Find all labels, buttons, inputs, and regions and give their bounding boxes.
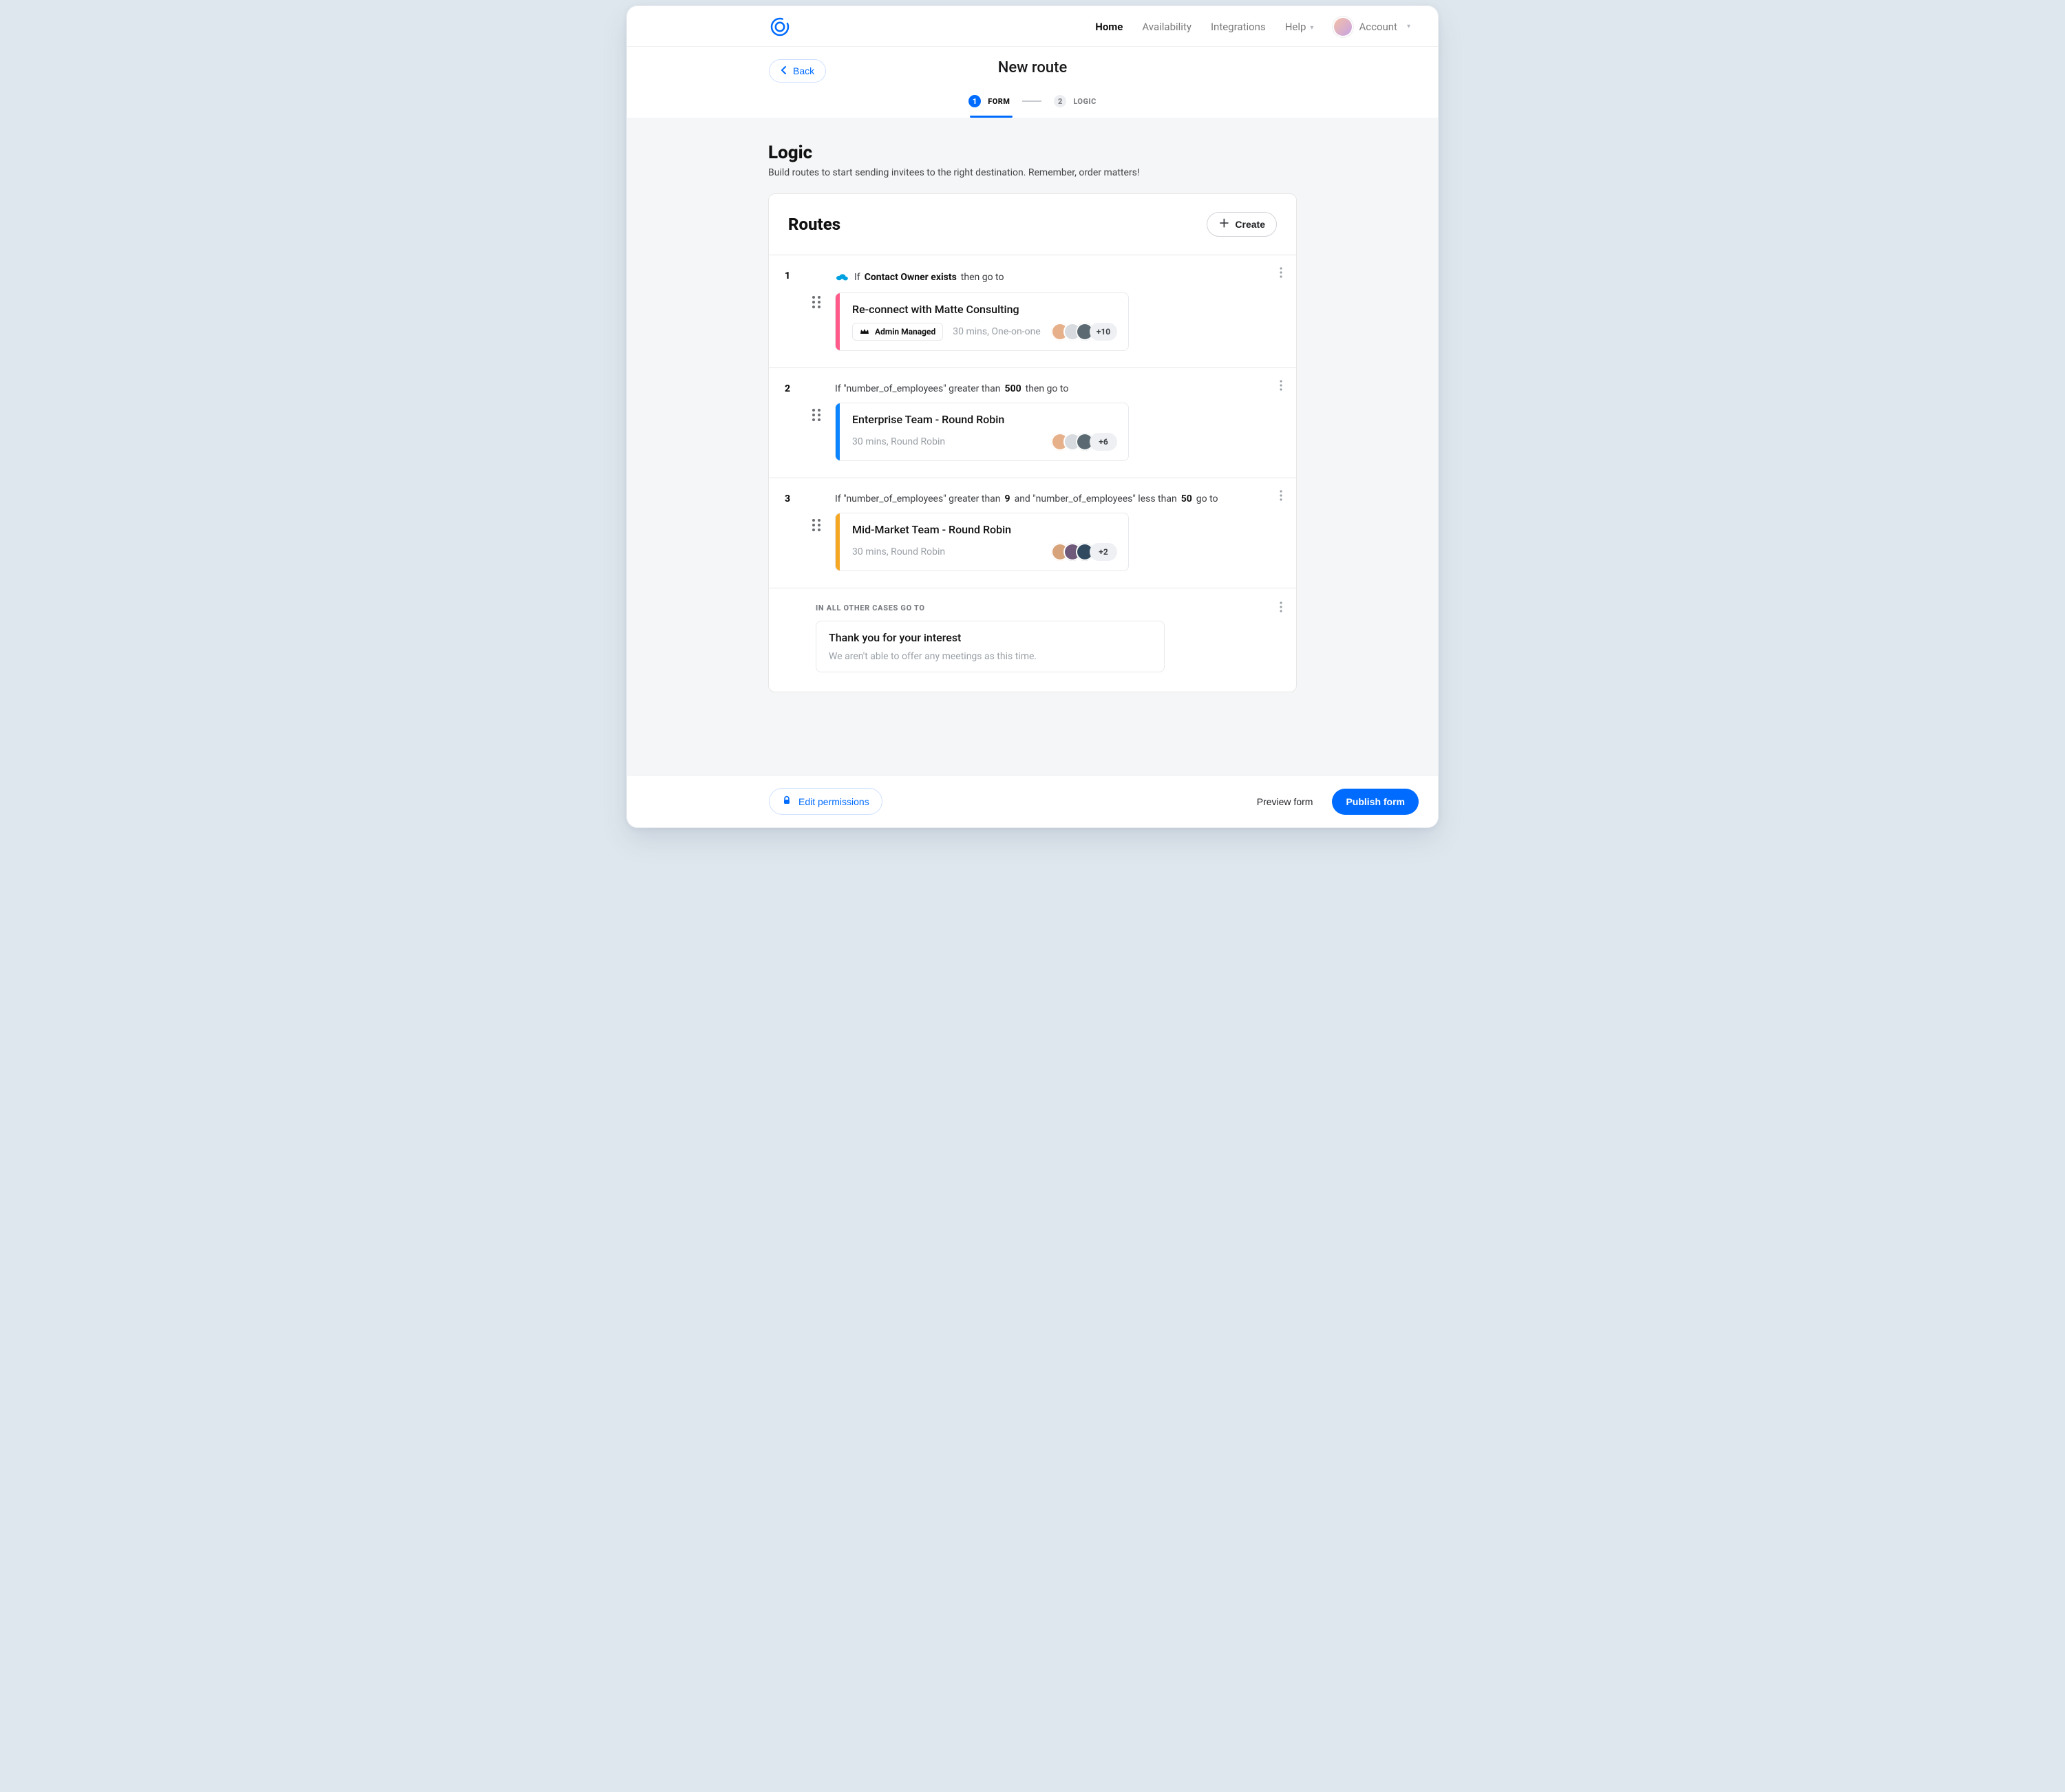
event-card[interactable]: Enterprise Team - Round Robin 30 mins, R… bbox=[835, 403, 1129, 461]
drag-handle-icon[interactable] bbox=[809, 518, 824, 532]
route-row: 1 If Contact Owner exists then go to bbox=[769, 255, 1296, 367]
route-rule-text: If "number_of_employees" greater than 50… bbox=[835, 383, 1284, 394]
route-number: 1 bbox=[777, 270, 798, 281]
more-vertical-icon[interactable] bbox=[1275, 266, 1286, 279]
event-card[interactable]: Re-connect with Matte Consulting Admin M… bbox=[835, 292, 1129, 351]
more-vertical-icon[interactable] bbox=[1275, 601, 1286, 613]
route-number: 2 bbox=[777, 383, 798, 394]
subheader: Back New route 1 FORM 2 LOGIC bbox=[627, 47, 1438, 118]
step-logic-badge: 2 bbox=[1054, 95, 1066, 107]
admin-managed-badge: Admin Managed bbox=[852, 323, 943, 341]
nav-help[interactable]: Help▾ bbox=[1285, 21, 1314, 33]
nav-availability[interactable]: Availability bbox=[1142, 21, 1192, 33]
chevron-down-icon: ▾ bbox=[1310, 24, 1313, 32]
main: Logic Build routes to start sending invi… bbox=[627, 118, 1438, 775]
salesforce-icon bbox=[835, 270, 849, 284]
event-title: Mid-Market Team - Round Robin bbox=[852, 523, 1117, 536]
event-avatars: +2 bbox=[1051, 543, 1117, 561]
event-meta: 30 mins, Round Robin bbox=[852, 436, 945, 447]
section-title: Logic bbox=[768, 142, 1297, 163]
route-rule-text: If "number_of_employees" greater than 9 … bbox=[835, 493, 1284, 504]
footer: Edit permissions Preview form Publish fo… bbox=[627, 775, 1438, 827]
event-title: Thank you for your interest bbox=[829, 631, 1153, 644]
create-route-button[interactable]: ＋ Create bbox=[1207, 212, 1277, 237]
plus-icon: ＋ bbox=[1218, 219, 1229, 230]
routes-card: Routes ＋ Create 1 bbox=[768, 193, 1297, 692]
event-meta: 30 mins, Round Robin bbox=[852, 546, 945, 557]
app-logo[interactable] bbox=[769, 16, 791, 38]
event-description: We aren't able to offer any meetings as … bbox=[829, 651, 1153, 662]
nav-home[interactable]: Home bbox=[1095, 21, 1123, 33]
page-title: New route bbox=[627, 59, 1438, 76]
route-rule-text: If Contact Owner exists then go to bbox=[835, 270, 1284, 284]
topbar: Home Availability Integrations Help▾ Acc… bbox=[627, 6, 1438, 47]
avatar-overflow: +6 bbox=[1090, 433, 1117, 451]
create-label: Create bbox=[1235, 219, 1265, 230]
publish-form-button[interactable]: Publish form bbox=[1332, 789, 1419, 815]
drag-handle-icon[interactable] bbox=[809, 295, 824, 309]
event-card[interactable]: Mid-Market Team - Round Robin 30 mins, R… bbox=[835, 513, 1129, 571]
lock-icon bbox=[782, 796, 792, 807]
edit-permissions-label: Edit permissions bbox=[798, 796, 869, 807]
event-meta: 30 mins, One-on-one bbox=[953, 326, 1040, 337]
drag-handle-icon[interactable] bbox=[809, 408, 824, 422]
step-form-badge: 1 bbox=[968, 95, 981, 107]
stepper: 1 FORM 2 LOGIC bbox=[646, 95, 1419, 107]
edit-permissions-button[interactable]: Edit permissions bbox=[769, 788, 882, 815]
section-subtitle: Build routes to start sending invitees t… bbox=[768, 167, 1297, 178]
event-avatars: +10 bbox=[1051, 323, 1117, 341]
avatar-overflow: +10 bbox=[1090, 323, 1117, 341]
step-separator bbox=[1022, 100, 1041, 102]
crown-icon bbox=[860, 327, 869, 337]
nav-integrations[interactable]: Integrations bbox=[1211, 21, 1266, 33]
more-vertical-icon[interactable] bbox=[1275, 489, 1286, 502]
event-title: Re-connect with Matte Consulting bbox=[852, 303, 1117, 316]
active-tab-underline bbox=[646, 116, 1419, 118]
route-row: 2 If "number_of_employees" greater than … bbox=[769, 367, 1296, 478]
route-row: 3 If "number_of_employees" greater than … bbox=[769, 478, 1296, 588]
chevron-down-icon: ▾ bbox=[1407, 23, 1410, 30]
fallback-label: IN ALL OTHER CASES GO TO bbox=[816, 604, 1284, 612]
preview-form-button[interactable]: Preview form bbox=[1253, 796, 1317, 808]
fallback-route: IN ALL OTHER CASES GO TO Thank you for y… bbox=[769, 588, 1296, 692]
more-vertical-icon[interactable] bbox=[1275, 379, 1286, 392]
route-number: 3 bbox=[777, 493, 798, 504]
event-avatars: +6 bbox=[1051, 433, 1117, 451]
routes-title: Routes bbox=[788, 215, 840, 234]
primary-nav: Home Availability Integrations Help▾ Acc… bbox=[1095, 17, 1410, 37]
step-form[interactable]: 1 FORM bbox=[968, 95, 1010, 107]
step-logic[interactable]: 2 LOGIC bbox=[1054, 95, 1096, 107]
event-card[interactable]: Thank you for your interest We aren't ab… bbox=[816, 621, 1165, 672]
avatar-overflow: +2 bbox=[1090, 543, 1117, 561]
avatar bbox=[1333, 17, 1353, 37]
nav-account[interactable]: Account ▾ bbox=[1333, 17, 1410, 37]
event-title: Enterprise Team - Round Robin bbox=[852, 413, 1117, 426]
